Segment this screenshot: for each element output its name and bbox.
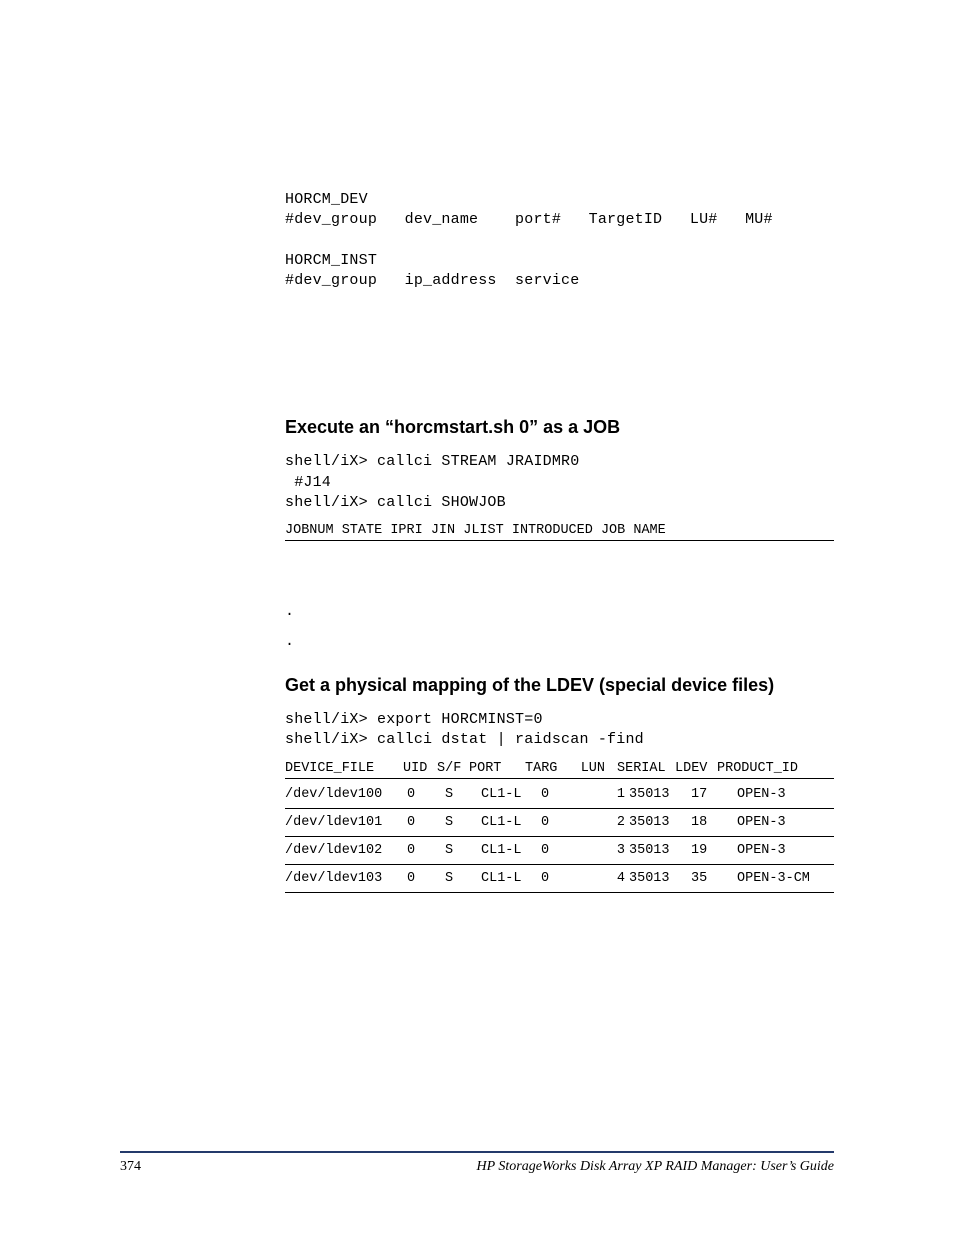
cell-uid: 0 [407,781,445,809]
cell-sf: S [445,781,481,809]
cell-targ: 0 [541,808,593,836]
table-row: /dev/ldev1030SCL1-L043501335OPEN-3-CM [285,864,834,892]
cell-serial: 35013 [629,808,691,836]
table-row: /dev/ldev1010SCL1-L023501318OPEN-3 [285,808,834,836]
cell-product_id: OPEN-3-CM [737,864,834,892]
spacer [285,291,834,417]
th-targ: TARG [525,761,573,776]
spacer [285,657,834,675]
page: HORCM_DEV #dev_group dev_name port# Targ… [0,0,954,1235]
cell-sf: S [445,836,481,864]
cell-lun: 4 [593,864,629,892]
cell-device_file: /dev/ldev103 [285,864,407,892]
cell-lun: 2 [593,808,629,836]
page-footer: 374 HP StorageWorks Disk Array XP RAID M… [120,1151,834,1175]
code-block-callci-stream: shell/iX> callci STREAM JRAIDMR0 #J14 sh… [285,452,834,513]
cell-product_id: OPEN-3 [737,808,834,836]
cell-lun: 3 [593,836,629,864]
th-port: PORT [469,761,525,776]
cell-device_file: /dev/ldev100 [285,781,407,809]
cell-uid: 0 [407,808,445,836]
cell-port: CL1-L [481,781,541,809]
job-table-header: JOBNUM STATE IPRI JIN JLIST INTRODUCED J… [285,523,834,541]
section-heading-mapping: Get a physical mapping of the LDEV (spec… [285,675,834,696]
cell-targ: 0 [541,864,593,892]
cell-ldev: 18 [691,808,737,836]
cell-product_id: OPEN-3 [737,781,834,809]
page-number: 374 [120,1159,141,1175]
cell-port: CL1-L [481,836,541,864]
device-table-header: DEVICE_FILE UID S/F PORT TARG LUN SERIAL… [285,761,834,779]
cell-sf: S [445,808,481,836]
section-heading-execute: Execute an “horcmstart.sh 0” as a JOB [285,417,834,438]
table-row: /dev/ldev1020SCL1-L033501319OPEN-3 [285,836,834,864]
footer-rule [120,1151,834,1153]
cell-serial: 35013 [629,781,691,809]
cell-product_id: OPEN-3 [737,836,834,864]
device-table: /dev/ldev1000SCL1-L013501317OPEN-3/dev/l… [285,781,834,893]
spacer [285,541,834,597]
code-block-horcm: HORCM_DEV #dev_group dev_name port# Targ… [285,190,834,291]
th-device-file: DEVICE_FILE [285,761,403,776]
ellipsis-dots: . . [285,597,834,657]
cell-device_file: /dev/ldev102 [285,836,407,864]
cell-ldev: 17 [691,781,737,809]
cell-targ: 0 [541,836,593,864]
cell-lun: 1 [593,781,629,809]
table-row: /dev/ldev1000SCL1-L013501317OPEN-3 [285,781,834,809]
th-sf: S/F [437,761,469,776]
code-block-export: shell/iX> export HORCMINST=0 shell/iX> c… [285,710,834,751]
th-serial: SERIAL [617,761,675,776]
cell-uid: 0 [407,836,445,864]
cell-port: CL1-L [481,864,541,892]
th-uid: UID [403,761,437,776]
th-lun: LUN [573,761,617,776]
th-product-id: PRODUCT_ID [717,761,798,776]
cell-ldev: 35 [691,864,737,892]
cell-sf: S [445,864,481,892]
cell-targ: 0 [541,781,593,809]
cell-uid: 0 [407,864,445,892]
cell-serial: 35013 [629,864,691,892]
th-ldev: LDEV [675,761,717,776]
cell-device_file: /dev/ldev101 [285,808,407,836]
cell-port: CL1-L [481,808,541,836]
cell-serial: 35013 [629,836,691,864]
cell-ldev: 19 [691,836,737,864]
book-title: HP StorageWorks Disk Array XP RAID Manag… [477,1159,835,1175]
